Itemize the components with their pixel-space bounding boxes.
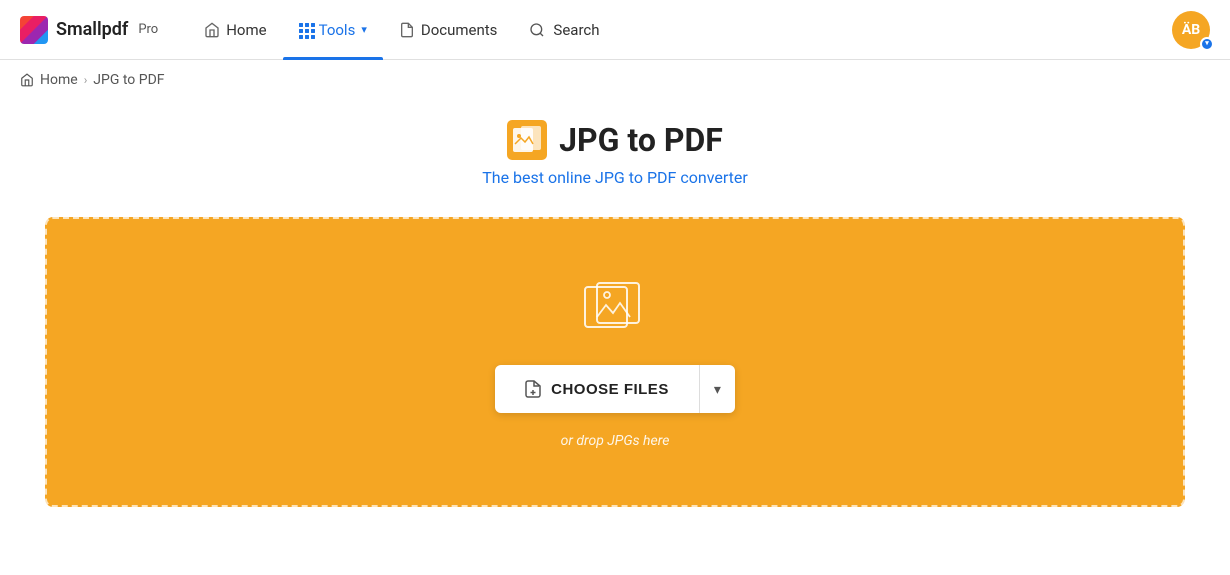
choose-files-label: CHOOSE FILES [551,381,669,398]
file-add-icon [525,380,541,398]
nav-home[interactable]: Home [188,0,282,60]
logo[interactable]: Smallpdf Pro [20,16,158,44]
page-title-row: JPG to PDF [20,120,1210,160]
nav-documents[interactable]: Documents [383,0,514,60]
chevron-down-icon: ▾ [714,381,721,398]
grid-icon [299,23,313,37]
dropzone[interactable]: CHOOSE FILES ▾ or drop JPGs here [45,217,1185,507]
nav-tools[interactable]: Tools ▾ [283,0,383,60]
home-icon [204,22,220,38]
breadcrumb-separator: › [84,73,88,87]
avatar[interactable]: ÄB [1172,11,1210,49]
search-icon [529,22,545,38]
breadcrumb-home-icon [20,73,34,87]
navbar: Smallpdf Pro Home Tools ▾ Documents Sear… [0,0,1230,60]
avatar-initials: ÄB [1182,22,1200,38]
main-content: JPG to PDF The best online JPG to PDF co… [0,100,1230,547]
breadcrumb: Home › JPG to PDF [0,60,1230,100]
avatar-badge [1200,37,1214,51]
tools-chevron-icon: ▾ [361,23,367,36]
choose-files-button[interactable]: CHOOSE FILES [495,365,699,413]
nav-documents-label: Documents [421,21,498,39]
nav-tools-label: Tools [319,21,356,39]
logo-icon [20,16,48,44]
dropzone-icon [580,275,650,345]
choose-files-row: CHOOSE FILES ▾ [495,365,735,413]
logo-pro-label: Pro [138,22,158,37]
logo-text: Smallpdf [56,19,128,40]
page-title-icon [507,120,547,160]
page-subtitle: The best online JPG to PDF converter [20,168,1210,187]
choose-files-dropdown-button[interactable]: ▾ [699,365,735,413]
breadcrumb-home[interactable]: Home [40,72,78,88]
breadcrumb-current: JPG to PDF [93,72,164,88]
page-header: JPG to PDF The best online JPG to PDF co… [20,120,1210,187]
nav-search[interactable]: Search [513,21,615,39]
nav-search-label: Search [553,21,599,39]
documents-icon [399,22,415,38]
nav-home-label: Home [226,21,266,39]
drop-hint: or drop JPGs here [561,433,670,449]
page-title: JPG to PDF [559,121,723,159]
